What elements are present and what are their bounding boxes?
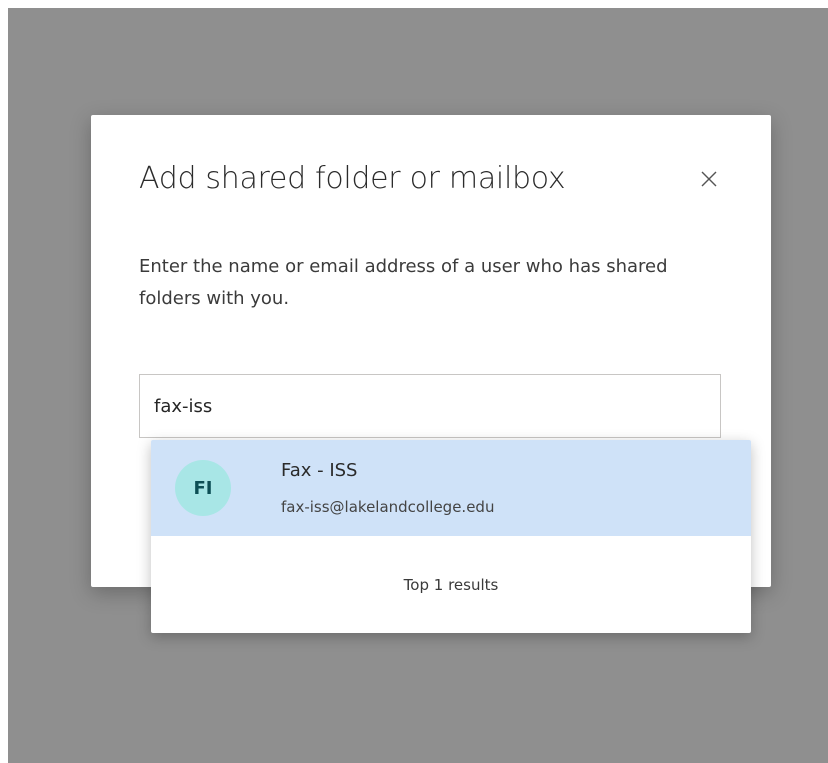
suggestion-name: Fax - ISS xyxy=(281,460,358,481)
avatar: FI xyxy=(175,460,231,516)
close-icon xyxy=(701,171,717,187)
results-count: Top 1 results xyxy=(403,575,499,594)
dialog-description: Enter the name or email address of a use… xyxy=(139,256,668,309)
close-button[interactable] xyxy=(689,159,729,199)
dialog-title: Add shared folder or mailbox xyxy=(139,161,566,196)
suggestion-item[interactable]: FI Fax - ISS fax-iss@lakelandcollege.edu xyxy=(151,440,751,536)
suggestion-email: fax-iss@lakelandcollege.edu xyxy=(281,498,495,516)
search-input[interactable] xyxy=(139,374,721,438)
suggestions-dropdown: FI Fax - ISS fax-iss@lakelandcollege.edu… xyxy=(151,440,751,633)
